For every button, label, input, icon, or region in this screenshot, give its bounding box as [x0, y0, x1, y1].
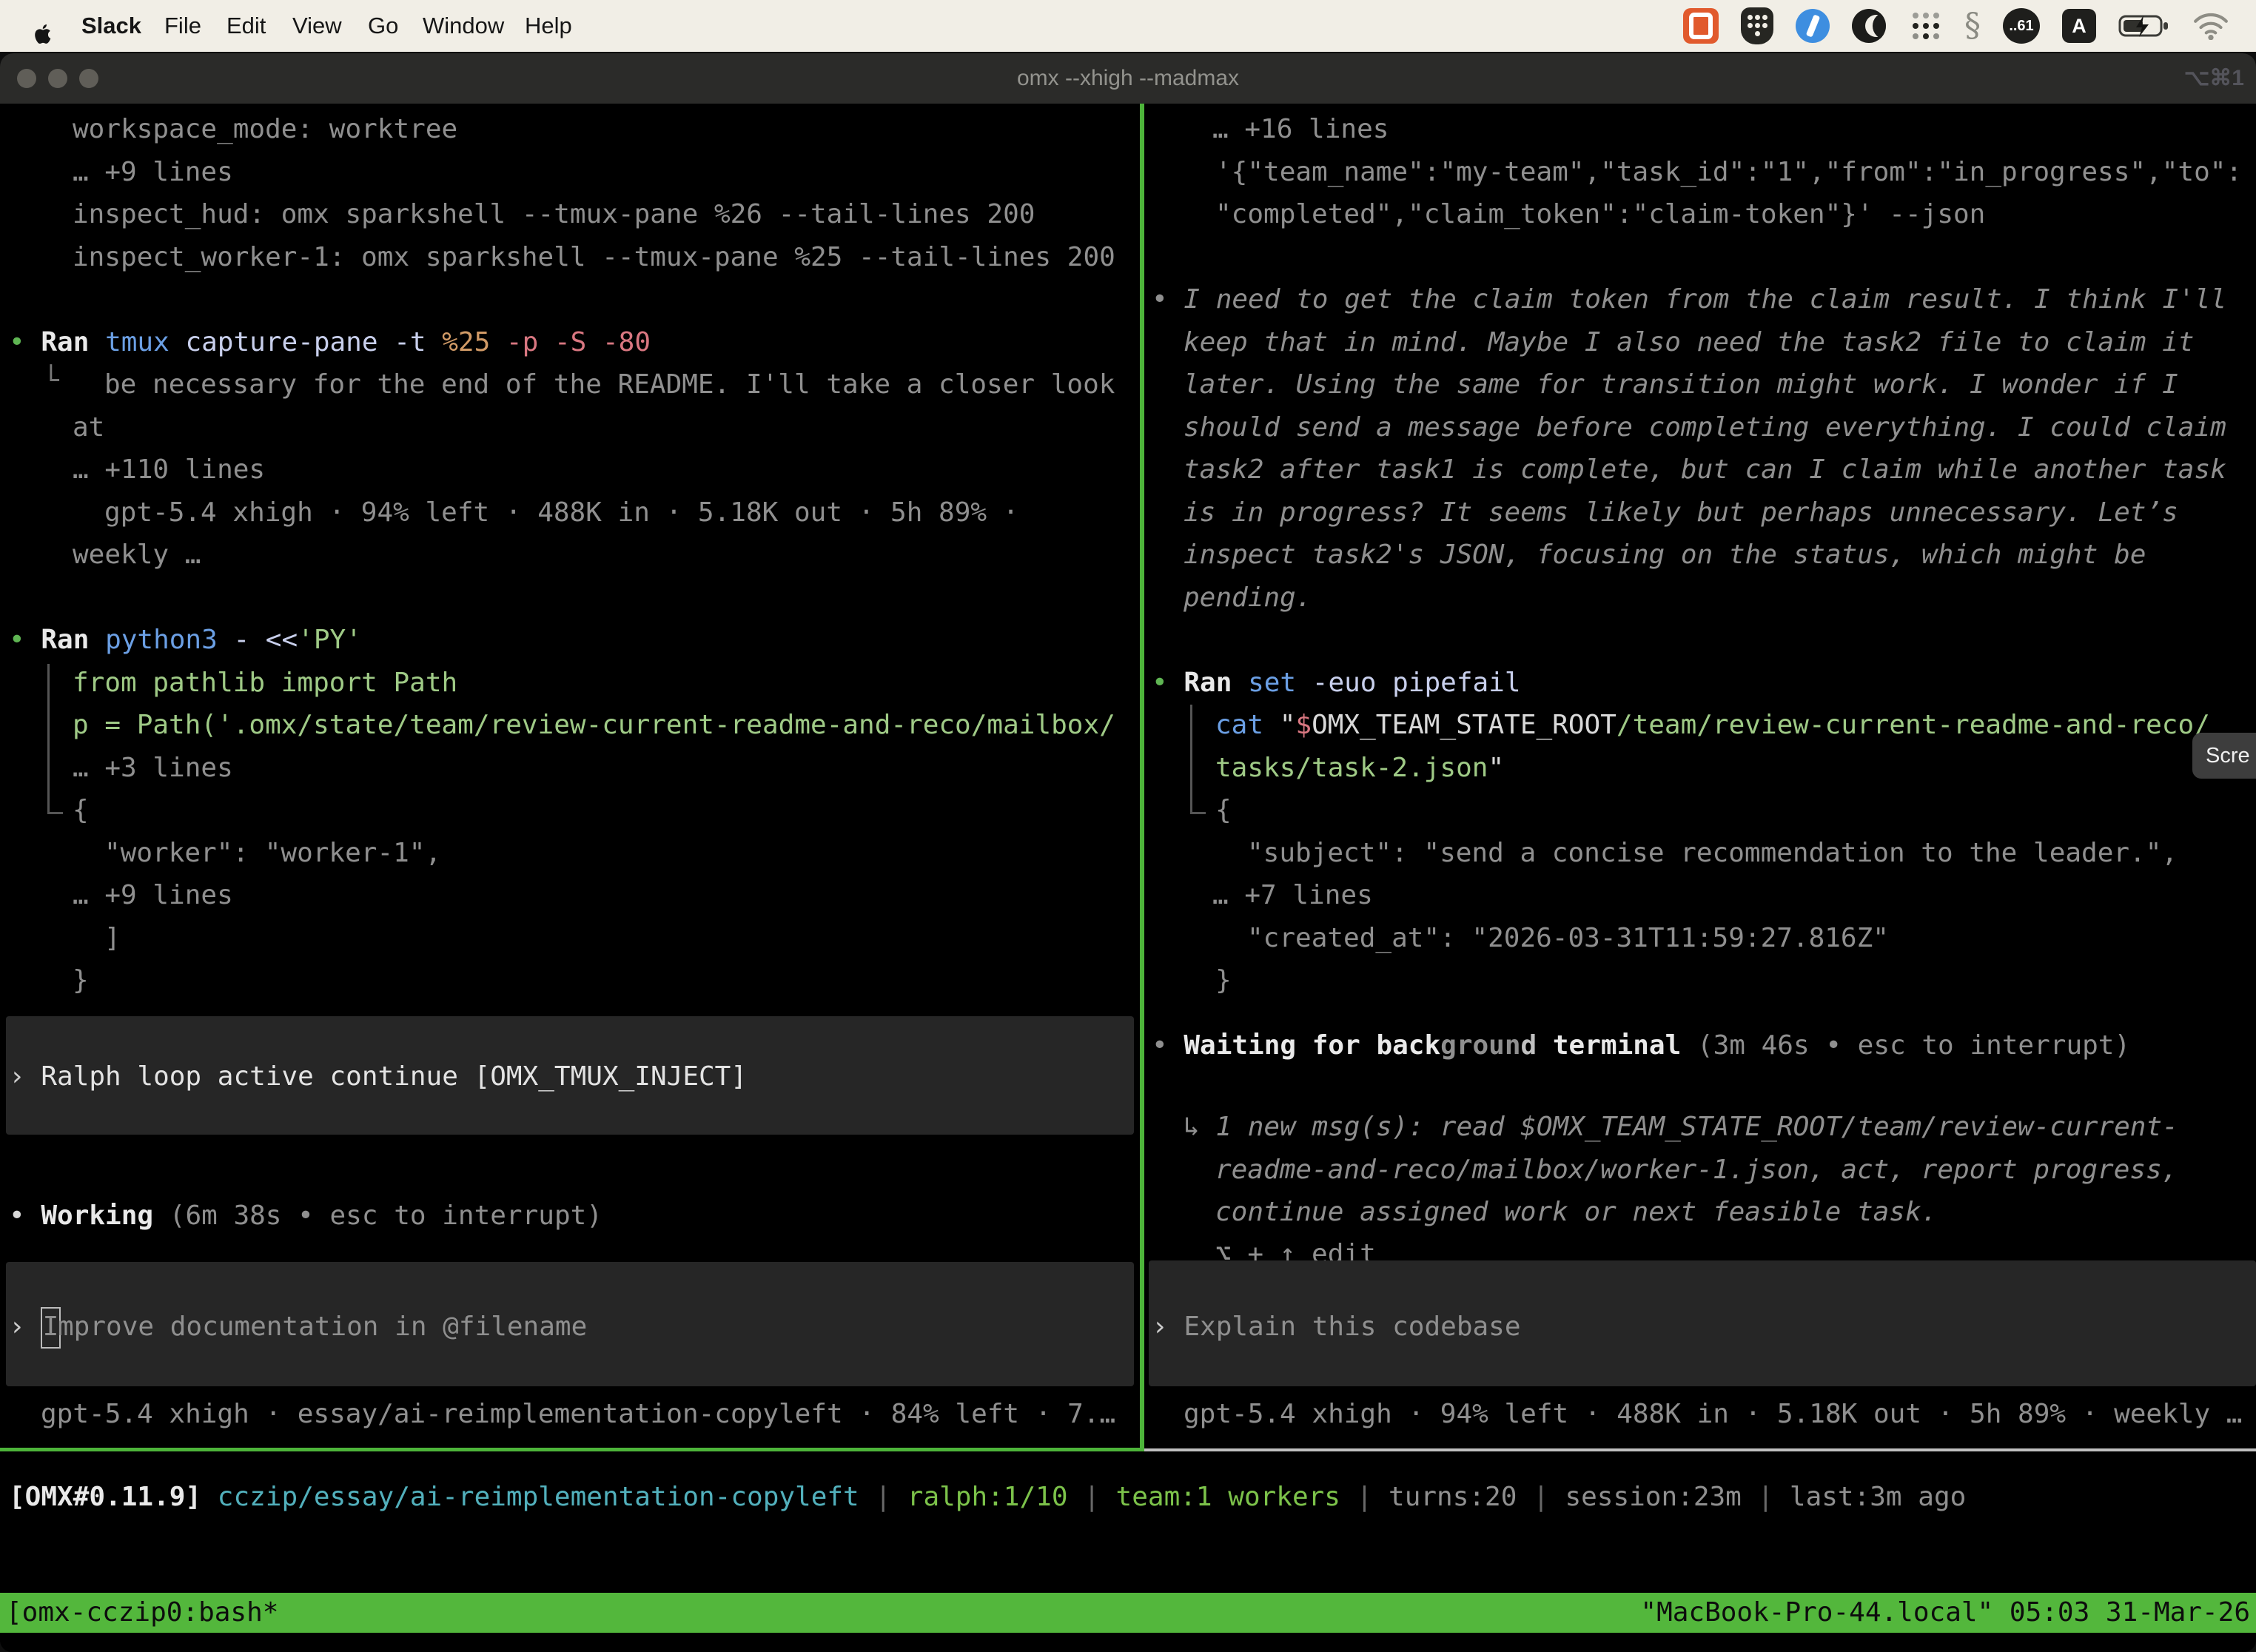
battery-icon[interactable]: [2118, 13, 2170, 39]
terminal-output-line: inspect_worker-1: omx sparkshell --tmux-…: [73, 241, 1115, 275]
menu-bar-status-icons: § ..61 A: [1683, 0, 2229, 52]
prompt-chevron-icon: ›: [9, 1061, 41, 1092]
password-manager-icon[interactable]: [1741, 7, 1773, 44]
branch-arrow-icon: ↳: [1184, 1112, 1215, 1142]
tmux-host-and-clock: "MacBook-Pro-44.local" 05:03 31-Mar-26: [1640, 1596, 2250, 1630]
ran-command-line: • Ran set -euo pipefail: [1152, 666, 1521, 700]
squiggle-icon[interactable]: §: [1964, 9, 1981, 43]
tmux-status-bar: [omx-cczip0:bash* "MacBook-Pro-44.local"…: [0, 1593, 2256, 1633]
block-connector: [1190, 705, 1206, 814]
mailbox-message-line: readme-and-reco/mailbox/worker-1.json, a…: [1215, 1153, 2178, 1187]
ran-command-line: • Ran python3 - <<'PY': [9, 623, 362, 657]
composer-placeholder-right: Explain this codebase: [1184, 1312, 1520, 1342]
chat-bubble-icon: [1689, 13, 1713, 39]
menu-item-help[interactable]: Help: [525, 0, 572, 52]
pane-bottom-border-left: [0, 1448, 1144, 1451]
screen-overlay-tooltip: Scre: [2192, 733, 2256, 779]
wifi-icon[interactable]: [2192, 12, 2229, 40]
blue-badge-icon[interactable]: [1796, 9, 1830, 43]
ralph-loop-banner-text: › Ralph loop active continue [OMX_TMUX_I…: [9, 1060, 747, 1094]
bullet-icon: •: [9, 327, 41, 357]
terminal-output-line: be necessary for the end of the README. …: [104, 368, 1115, 402]
terminal-output-line: }: [1215, 964, 1232, 998]
terminal-output-line: at: [73, 411, 104, 445]
terminal-content: workspace_mode: worktree … +9 lines insp…: [0, 104, 2256, 1652]
menu-bar: Slack File Edit View Go Window Help § ..…: [0, 0, 2256, 52]
terminal-output-line: … +110 lines: [73, 453, 265, 487]
bullet-icon: •: [1152, 284, 1184, 315]
dot-grid-icon[interactable]: [1908, 9, 1942, 43]
thinking-line: keep that in mind. Maybe I also need the…: [1184, 326, 2194, 360]
hud-status-line: [OMX#0.11.9] cczip/essay/ai-reimplementa…: [9, 1480, 1966, 1514]
terminal-output-line: … +9 lines: [73, 879, 233, 913]
working-status-line: • Working (6m 38s • esc to interrupt): [9, 1199, 602, 1233]
composer-placeholder-left: mprove documentation in @filename: [58, 1310, 587, 1344]
terminal-output-line: '{"team_name":"my-team","task_id":"1","f…: [1215, 155, 2242, 189]
model-usage-line: gpt-5.4 xhigh · 94% left · 488K in · 5.1…: [104, 496, 1018, 530]
pane-divider: [1140, 104, 1144, 1451]
thinking-line: is in progress? It seems likely but perh…: [1184, 496, 2178, 530]
ran-command-line: • Ran tmux capture-pane -t %25 -p -S -80: [9, 326, 651, 360]
terminal-output-line: … +16 lines: [1212, 113, 1389, 147]
code-line: cat "$OMX_TEAM_STATE_ROOT/team/review-cu…: [1215, 708, 2210, 742]
pane-status-line-right: gpt-5.4 xhigh · 94% left · 488K in · 5.1…: [1184, 1397, 2242, 1431]
terminal-output-line: workspace_mode: worktree: [73, 113, 457, 147]
window-shortcut-hint: ⌥⌘1: [2184, 53, 2244, 104]
bullet-icon: •: [9, 625, 41, 655]
terminal-output-line: "completed","claim_token":"claim-token"}…: [1215, 198, 1985, 232]
battery-percent-badge-icon[interactable]: ..61: [2003, 8, 2040, 44]
tmux-session-name: [omx-cczip0:bash*: [6, 1596, 278, 1630]
terminal-output-line: … +9 lines: [73, 155, 233, 189]
terminal-output-line: ]: [104, 921, 121, 956]
corner-connector-icon: └: [43, 364, 59, 398]
menu-item-view[interactable]: View: [292, 0, 342, 52]
menu-item-edit[interactable]: Edit: [226, 0, 266, 52]
pane-bottom-border-right: [1144, 1448, 2256, 1451]
crescent-app-icon[interactable]: [1852, 9, 1886, 43]
code-line: p = Path('.omx/state/team/review-current…: [73, 708, 1115, 742]
thinking-line: should send a message before completing …: [1184, 411, 2226, 445]
thinking-line: inspect task2's JSON, focusing on the st…: [1184, 538, 2146, 572]
menu-item-window[interactable]: Window: [423, 0, 504, 52]
composer-prompt-left[interactable]: ›: [9, 1310, 41, 1344]
thinking-line: task2 after task1 is complete, but can I…: [1184, 453, 2226, 487]
window-title: omx --xhigh --madmax: [0, 53, 2256, 104]
mailbox-message-line: ↳ 1 new msg(s): read $OMX_TEAM_STATE_ROO…: [1184, 1110, 2178, 1144]
prompt-chevron-icon: ›: [9, 1312, 41, 1342]
terminal-output-line: "worker": "worker-1",: [104, 836, 441, 870]
terminal-output-line: inspect_hud: omx sparkshell --tmux-pane …: [73, 198, 1035, 232]
model-usage-line: weekly …: [73, 538, 201, 572]
menu-item-go[interactable]: Go: [368, 0, 398, 52]
mailbox-message-line: continue assigned work or next feasible …: [1215, 1195, 1937, 1229]
window-title-bar[interactable]: omx --xhigh --madmax ⌥⌘1: [0, 53, 2256, 104]
composer-prompt-right[interactable]: › Explain this codebase: [1152, 1310, 1521, 1344]
bullet-icon: •: [1152, 668, 1184, 698]
menu-app-name[interactable]: Slack: [81, 0, 141, 52]
block-connector: [47, 664, 63, 814]
code-line: from pathlib import Path: [73, 666, 457, 700]
chat-app-icon[interactable]: [1683, 8, 1719, 44]
thinking-line: pending.: [1184, 581, 1312, 615]
terminal-output-line: "created_at": "2026-03-31T11:59:27.816Z": [1247, 921, 1889, 956]
prompt-chevron-icon: ›: [1152, 1312, 1184, 1342]
terminal-output-line: }: [73, 964, 89, 998]
pane-status-line-left: gpt-5.4 xhigh · essay/ai-reimplementatio…: [41, 1397, 1115, 1431]
code-line: tasks/task-2.json": [1215, 751, 1504, 785]
menu-item-file[interactable]: File: [164, 0, 201, 52]
terminal-window: omx --xhigh --madmax ⌥⌘1 workspace_mode:…: [0, 53, 2256, 1652]
waiting-status-line: • Waiting for background terminal (3m 46…: [1152, 1029, 2130, 1063]
thinking-line: • I need to get the claim token from the…: [1152, 283, 2226, 317]
apple-icon[interactable]: [34, 13, 53, 39]
terminal-output-line: "subject": "send a concise recommendatio…: [1247, 836, 2178, 870]
bullet-icon: •: [1152, 1030, 1184, 1061]
bullet-icon: •: [9, 1201, 41, 1231]
desktop: Slack File Edit View Go Window Help § ..…: [0, 0, 2256, 1652]
terminal-output-line: … +3 lines: [73, 751, 233, 785]
input-source-icon[interactable]: A: [2062, 9, 2096, 43]
terminal-output-line: {: [73, 793, 89, 827]
terminal-output-line: {: [1215, 793, 1232, 827]
thinking-line: later. Using the same for transition mig…: [1184, 368, 2178, 402]
terminal-output-line: … +7 lines: [1212, 879, 1373, 913]
